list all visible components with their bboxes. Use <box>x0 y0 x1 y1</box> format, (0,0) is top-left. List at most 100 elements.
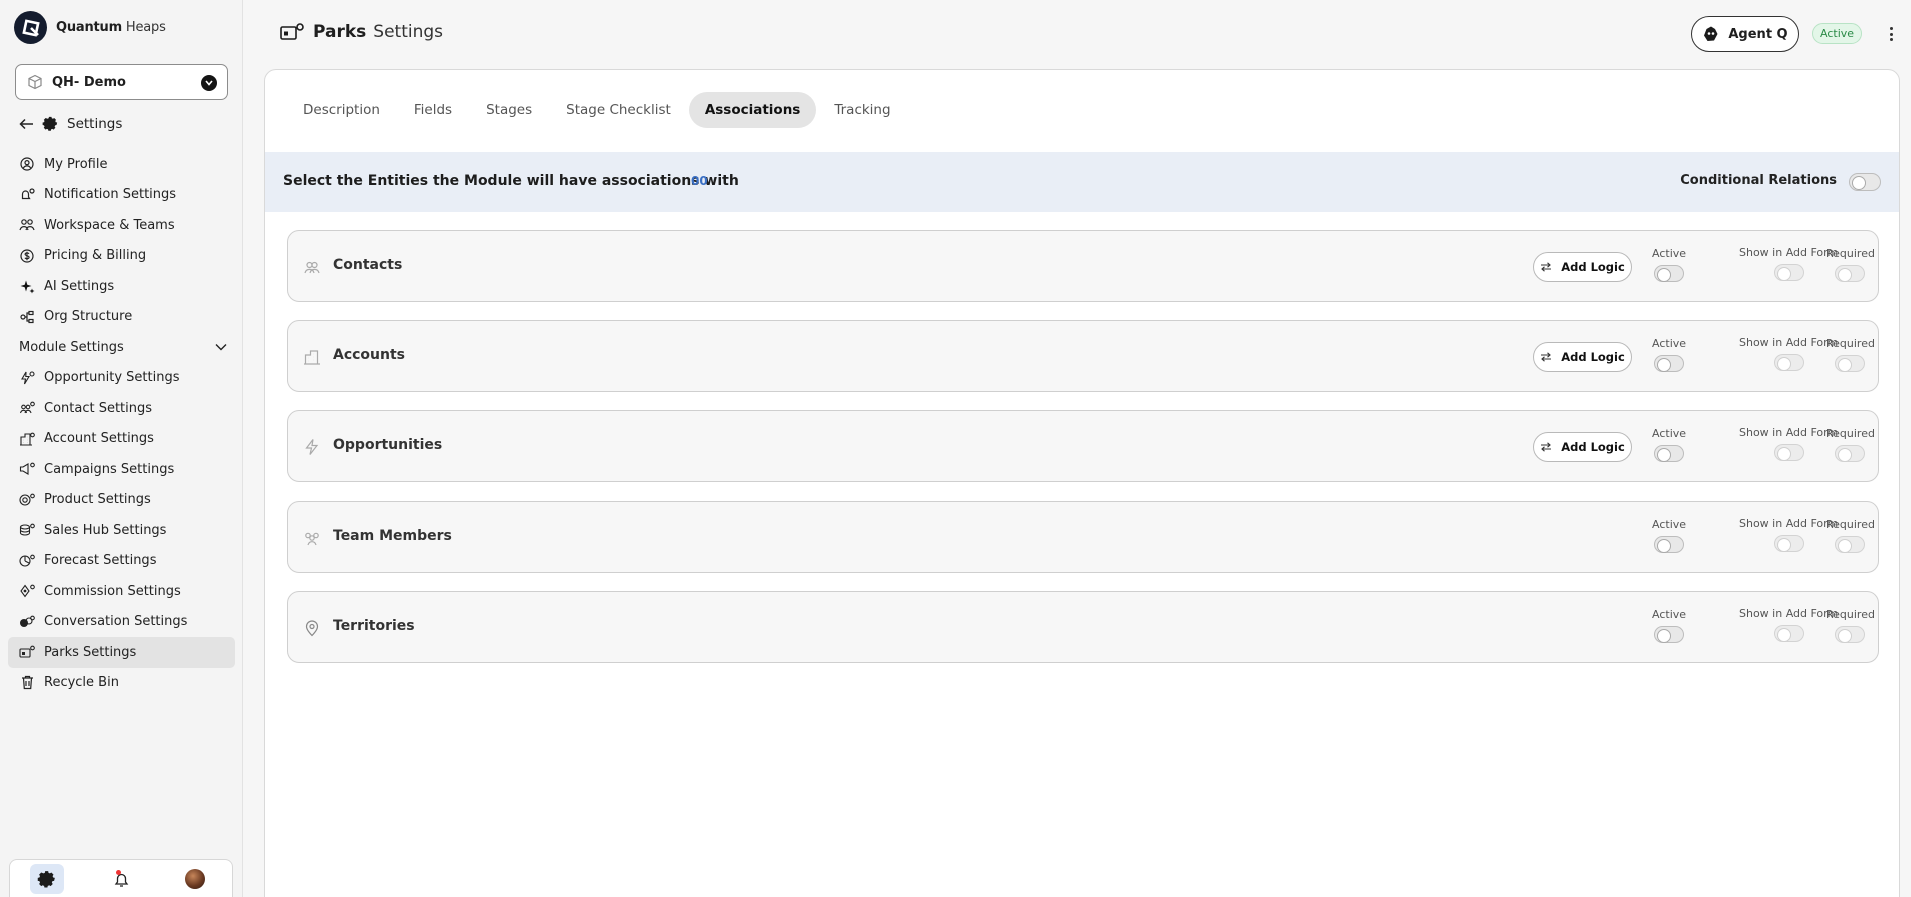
workspace-select[interactable]: QH- Demo <box>15 64 228 100</box>
entity-name: Team Members <box>333 528 452 544</box>
settings-shortcut-button[interactable] <box>30 864 64 894</box>
dollar-circle-icon <box>19 248 35 264</box>
swap-arrows-icon <box>1541 442 1552 452</box>
tab-description[interactable]: Description <box>287 92 396 128</box>
nav-item-my-profile[interactable]: My Profile <box>8 149 235 180</box>
active-toggle[interactable] <box>1654 445 1685 462</box>
settings-nav: My Profile Notification Settings Workspa… <box>8 149 235 698</box>
chat-gear-icon <box>19 614 35 630</box>
tab-fields[interactable]: Fields <box>398 92 468 128</box>
nav-item-product-settings[interactable]: Product Settings <box>8 485 235 516</box>
active-toggle[interactable] <box>1654 265 1685 282</box>
show-in-add-form-column: Show in Add Form <box>1739 336 1838 371</box>
cube-icon <box>28 74 42 90</box>
settings-panel: Description Fields Stages Stage Checklis… <box>264 69 1900 897</box>
required-toggle[interactable] <box>1835 445 1866 462</box>
nav-section-module-settings[interactable]: Module Settings <box>8 332 235 363</box>
active-column: Active <box>1652 427 1686 462</box>
nav-item-campaigns-settings[interactable]: Campaigns Settings <box>8 454 235 485</box>
back-arrow-icon[interactable] <box>19 118 34 130</box>
notification-dot <box>116 870 121 875</box>
add-logic-button[interactable]: Add Logic <box>1533 342 1632 372</box>
bell-gear-icon <box>19 187 35 203</box>
active-toggle[interactable] <box>1654 626 1685 643</box>
nav-item-ai-settings[interactable]: AI Settings <box>8 271 235 302</box>
nav-item-notification-settings[interactable]: Notification Settings <box>8 180 235 211</box>
tab-tracking[interactable]: Tracking <box>818 92 906 128</box>
more-options-icon[interactable] <box>1884 24 1898 44</box>
show-in-add-form-toggle[interactable] <box>1773 625 1804 642</box>
entity-name: Contacts <box>333 257 403 273</box>
active-toggle[interactable] <box>1654 536 1685 553</box>
brand-logo[interactable]: Quantum Heaps <box>14 11 166 44</box>
hub-gear-icon <box>19 522 35 538</box>
gear-icon <box>37 871 55 888</box>
tab-stage-checklist[interactable]: Stage Checklist <box>550 92 687 128</box>
building-icon <box>304 350 320 365</box>
tab-stages[interactable]: Stages <box>470 92 548 128</box>
org-tree-icon <box>19 309 35 325</box>
active-toggle[interactable] <box>1654 355 1685 372</box>
show-in-add-form-column: Show in Add Form <box>1739 426 1838 461</box>
required-toggle[interactable] <box>1835 265 1866 282</box>
team-members-icon <box>305 532 319 546</box>
agent-q-button[interactable]: Agent Q <box>1691 16 1799 52</box>
nav-item-sales-hub-settings[interactable]: Sales Hub Settings <box>8 515 235 546</box>
add-logic-button[interactable]: Add Logic <box>1533 432 1632 462</box>
required-toggle[interactable] <box>1835 355 1866 372</box>
show-in-add-form-column: Show in Add Form <box>1739 607 1838 642</box>
nav-item-commission-settings[interactable]: Commission Settings <box>8 576 235 607</box>
nav-item-pricing-billing[interactable]: Pricing & Billing <box>8 241 235 272</box>
status-badge: Active <box>1812 23 1863 44</box>
association-row-territories: Territories Active Show in Add Form Requ… <box>287 591 1879 663</box>
association-row-team-members: Team Members Active Show in Add Form Req… <box>287 501 1879 573</box>
settings-title: Settings <box>67 115 123 132</box>
avatar <box>185 869 205 889</box>
page-title-main: Parks <box>313 22 367 42</box>
tab-associations[interactable]: Associations <box>688 92 817 128</box>
required-column: Required <box>1826 337 1875 372</box>
show-in-add-form-toggle[interactable] <box>1773 264 1804 281</box>
conditional-relations-toggle[interactable] <box>1849 173 1881 191</box>
parks-gear-icon <box>19 644 35 660</box>
notifications-button[interactable] <box>104 864 138 894</box>
show-in-add-form-toggle[interactable] <box>1773 354 1804 371</box>
chevron-down-icon <box>215 344 227 351</box>
entity-name: Accounts <box>333 347 406 363</box>
megaphone-gear-icon <box>19 461 35 477</box>
association-row-opportunities: Opportunities Add Logic Active Show in A… <box>287 410 1879 482</box>
associations-title: Select the Entities the Module will have… <box>283 173 739 189</box>
location-pin-icon <box>305 620 319 637</box>
nav-item-recycle-bin[interactable]: Recycle Bin <box>8 668 235 699</box>
conditional-relations-label: Conditional Relations <box>1680 173 1837 188</box>
sidebar-bottom-bar <box>9 859 233 897</box>
forecast-gear-icon <box>19 553 35 569</box>
nav-item-opportunity-settings[interactable]: Opportunity Settings <box>8 363 235 394</box>
add-logic-button[interactable]: Add Logic <box>1533 252 1632 282</box>
nav-item-forecast-settings[interactable]: Forecast Settings <box>8 546 235 577</box>
show-in-add-form-toggle[interactable] <box>1773 535 1804 552</box>
active-column: Active <box>1652 518 1686 553</box>
nav-item-conversation-settings[interactable]: Conversation Settings <box>8 607 235 638</box>
required-column: Required <box>1826 247 1875 282</box>
bell-icon <box>114 873 128 887</box>
show-in-add-form-toggle[interactable] <box>1773 444 1804 461</box>
nav-item-parks-settings[interactable]: Parks Settings <box>8 637 235 668</box>
nav-item-account-settings[interactable]: Account Settings <box>8 424 235 455</box>
active-column: Active <box>1652 247 1686 282</box>
show-in-add-form-column: Show in Add Form <box>1739 517 1838 552</box>
nav-item-org-structure[interactable]: Org Structure <box>8 302 235 333</box>
required-toggle[interactable] <box>1835 626 1866 643</box>
bolt-gear-icon <box>19 370 35 386</box>
page-title: Parks Settings <box>280 22 443 42</box>
profile-avatar-button[interactable] <box>178 864 212 894</box>
show-in-add-form-column: Show in Add Form <box>1739 246 1838 281</box>
module-tabs: Description Fields Stages Stage Checklis… <box>287 92 909 128</box>
nav-item-contact-settings[interactable]: Contact Settings <box>8 393 235 424</box>
associations-header: Select the Entities the Module will have… <box>265 152 1899 212</box>
nav-item-workspace-teams[interactable]: Workspace & Teams <box>8 210 235 241</box>
bolt-icon <box>305 439 319 455</box>
required-toggle[interactable] <box>1835 536 1866 553</box>
swap-arrows-icon <box>1541 262 1552 272</box>
commission-gear-icon <box>19 583 35 599</box>
